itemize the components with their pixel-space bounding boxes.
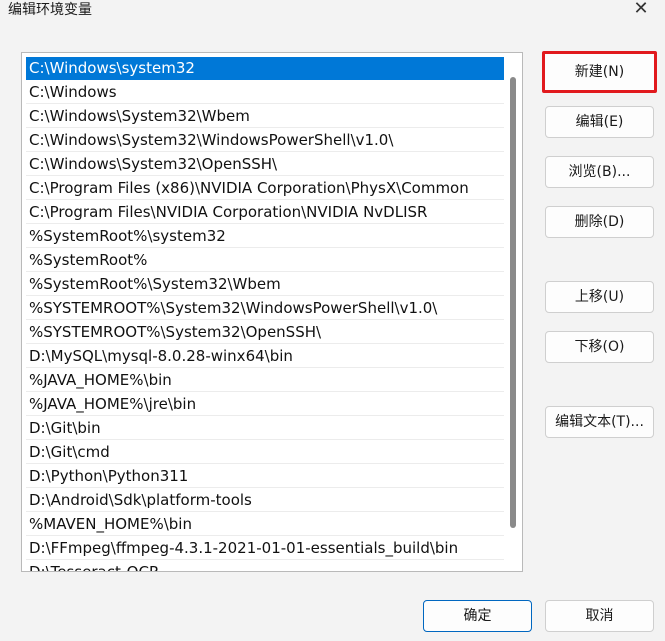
path-list-item[interactable]: C:\Windows\system32	[26, 57, 504, 80]
path-list-item[interactable]: %JAVA_HOME%\bin	[26, 369, 504, 392]
move-down-button[interactable]: 下移(O)	[545, 331, 654, 363]
path-list-item[interactable]: %SYSTEMROOT%\System32\WindowsPowerShell\…	[26, 297, 504, 320]
close-icon[interactable]: ✕	[631, 0, 651, 20]
new-button[interactable]: 新建(N)	[542, 51, 657, 93]
path-list-item[interactable]: %SystemRoot%\system32	[26, 225, 504, 248]
path-list-item[interactable]: %SystemRoot%	[26, 249, 504, 272]
path-list-item[interactable]: D:\Git\cmd	[26, 441, 504, 464]
path-list-item[interactable]: C:\Windows\System32\OpenSSH\	[26, 153, 504, 176]
path-list-item[interactable]: D:\Git\bin	[26, 417, 504, 440]
path-list-item[interactable]: C:\Program Files (x86)\NVIDIA Corporatio…	[26, 177, 504, 200]
path-list-item[interactable]: %JAVA_HOME%\jre\bin	[26, 393, 504, 416]
path-list-item[interactable]: D:\Python\Python311	[26, 465, 504, 488]
path-list-item[interactable]: D:\Tesseract-OCR	[26, 561, 504, 571]
window-title: 编辑环境变量	[8, 2, 92, 18]
title-bar: 编辑环境变量 ✕	[0, 0, 665, 24]
path-list-item[interactable]: C:\Windows\System32\Wbem	[26, 105, 504, 128]
edit-button[interactable]: 编辑(E)	[545, 106, 654, 138]
path-list-item[interactable]: C:\Windows	[26, 81, 504, 104]
path-list-item[interactable]: C:\Program Files\NVIDIA Corporation\NVID…	[26, 201, 504, 224]
cancel-button[interactable]: 取消	[545, 600, 654, 632]
edit-text-button[interactable]: 编辑文本(T)...	[545, 406, 654, 438]
path-list-item[interactable]: %SYSTEMROOT%\System32\OpenSSH\	[26, 321, 504, 344]
path-list-item[interactable]: C:\Windows\System32\WindowsPowerShell\v1…	[26, 129, 504, 152]
ok-button[interactable]: 确定	[423, 600, 532, 632]
path-list-item[interactable]: %MAVEN_HOME%\bin	[26, 513, 504, 536]
delete-button[interactable]: 删除(D)	[545, 206, 654, 238]
path-list-item[interactable]: D:\MySQL\mysql-8.0.28-winx64\bin	[26, 345, 504, 368]
path-list-item[interactable]: D:\Android\Sdk\platform-tools	[26, 489, 504, 512]
path-list-item[interactable]: %SystemRoot%\System32\Wbem	[26, 273, 504, 296]
vertical-scrollbar[interactable]	[510, 77, 516, 528]
browse-button[interactable]: 浏览(B)...	[545, 156, 654, 188]
move-up-button[interactable]: 上移(U)	[545, 281, 654, 313]
path-list-item[interactable]: D:\FFmpeg\ffmpeg-4.3.1-2021-01-01-essent…	[26, 537, 504, 560]
path-list[interactable]: C:\Windows\system32 C:\Windows C:\Windows\…	[21, 52, 523, 572]
